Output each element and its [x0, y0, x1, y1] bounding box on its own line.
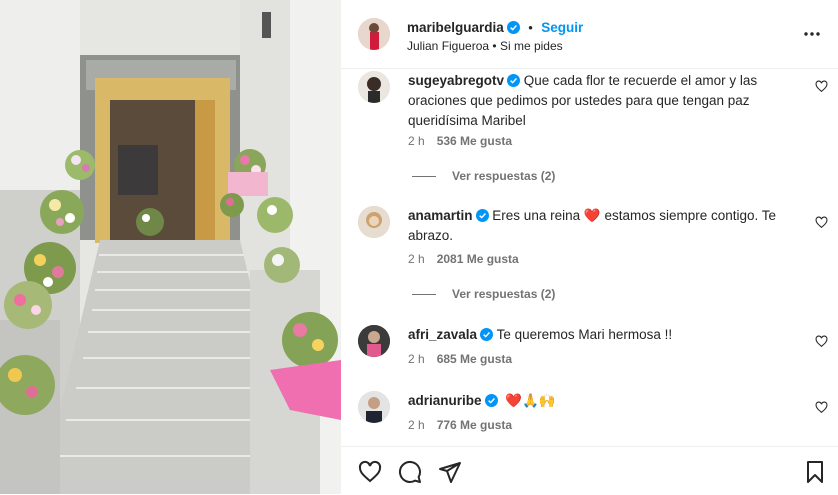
comment-icon[interactable] [398, 460, 422, 484]
more-horizontal-icon[interactable] [803, 27, 821, 41]
comment-item: afri_zavala Te queremos Mari hermosa !! … [341, 324, 838, 374]
commenter-avatar[interactable] [358, 391, 390, 423]
follow-button[interactable]: Seguir [541, 20, 583, 35]
post-image [0, 0, 341, 494]
comment-likes[interactable]: 685 Me gusta [437, 352, 512, 366]
view-replies-label: Ver respuestas (2) [452, 169, 556, 183]
share-icon[interactable] [438, 460, 462, 484]
bookmark-icon[interactable] [803, 460, 827, 484]
comment-likes[interactable]: 776 Me gusta [437, 418, 512, 432]
commenter-avatar[interactable] [358, 71, 390, 103]
replies-divider-line [412, 176, 436, 178]
comment-username[interactable]: adrianuribe [408, 393, 482, 408]
audio-song: Si me pides [499, 39, 563, 53]
heart-icon[interactable] [358, 460, 382, 484]
comments-panel: maribelguardia • Seguir Julian Figueroa … [341, 0, 838, 494]
commenter-avatar-image [358, 71, 390, 103]
comment-time[interactable]: 2 h [408, 418, 425, 432]
comment-likes[interactable]: 2081 Me gusta [437, 252, 519, 266]
separator-dot: • [528, 20, 533, 35]
verified-badge-icon [484, 394, 498, 407]
post-photo[interactable] [0, 0, 341, 494]
verified-badge-icon [507, 74, 521, 87]
audio-attribution[interactable]: Julian Figueroa • Si me pides [407, 39, 563, 53]
like-comment-heart-icon[interactable] [815, 335, 828, 348]
audio-artist: Julian Figueroa [407, 39, 490, 53]
comment-username[interactable]: anamartin [408, 208, 473, 223]
author-avatar[interactable] [358, 18, 390, 50]
comment-emojis: ❤️🙏🙌 [505, 393, 556, 408]
comment-username[interactable]: sugeyabregotv [408, 73, 504, 88]
action-bar [341, 446, 838, 495]
red-heart-emoji: ❤️ [583, 208, 601, 223]
comment-username[interactable]: afri_zavala [408, 327, 477, 342]
comment-item: sugeyabregotv Que cada flor te recuerde … [341, 68, 838, 194]
view-replies-button[interactable]: Ver respuestas (2) [412, 287, 555, 301]
comment-time[interactable]: 2 h [408, 252, 425, 266]
verified-badge-icon [480, 328, 494, 341]
commenter-avatar-image [358, 391, 390, 423]
commenter-avatar[interactable] [358, 325, 390, 357]
verified-badge-icon [506, 21, 520, 34]
post-header: maribelguardia • Seguir Julian Figueroa … [341, 0, 838, 69]
comment-time[interactable]: 2 h [408, 352, 425, 366]
like-comment-heart-icon[interactable] [815, 216, 828, 229]
like-comment-heart-icon[interactable] [815, 80, 828, 93]
view-replies-label: Ver respuestas (2) [452, 287, 556, 301]
commenter-avatar-image [358, 325, 390, 357]
view-replies-button[interactable]: Ver respuestas (2) [412, 169, 555, 183]
commenter-avatar-image [358, 206, 390, 238]
like-comment-heart-icon[interactable] [815, 401, 828, 414]
audio-separator: • [492, 39, 497, 53]
comment-text: Te queremos Mari hermosa !! [496, 327, 673, 342]
author-username[interactable]: maribelguardia [407, 20, 504, 35]
comment-item: adrianuribe ❤️🙏🙌 2 h 776 Me gusta [341, 390, 838, 440]
comment-likes[interactable]: 536 Me gusta [437, 134, 512, 148]
comment-time[interactable]: 2 h [408, 134, 425, 148]
comment-text: Eres una reina [492, 208, 581, 223]
comment-item: anamartin Eres una reina ❤️ estamos siem… [341, 205, 838, 310]
author-avatar-image [358, 18, 390, 50]
commenter-avatar[interactable] [358, 206, 390, 238]
verified-badge-icon [475, 209, 489, 222]
replies-divider-line [412, 294, 436, 296]
